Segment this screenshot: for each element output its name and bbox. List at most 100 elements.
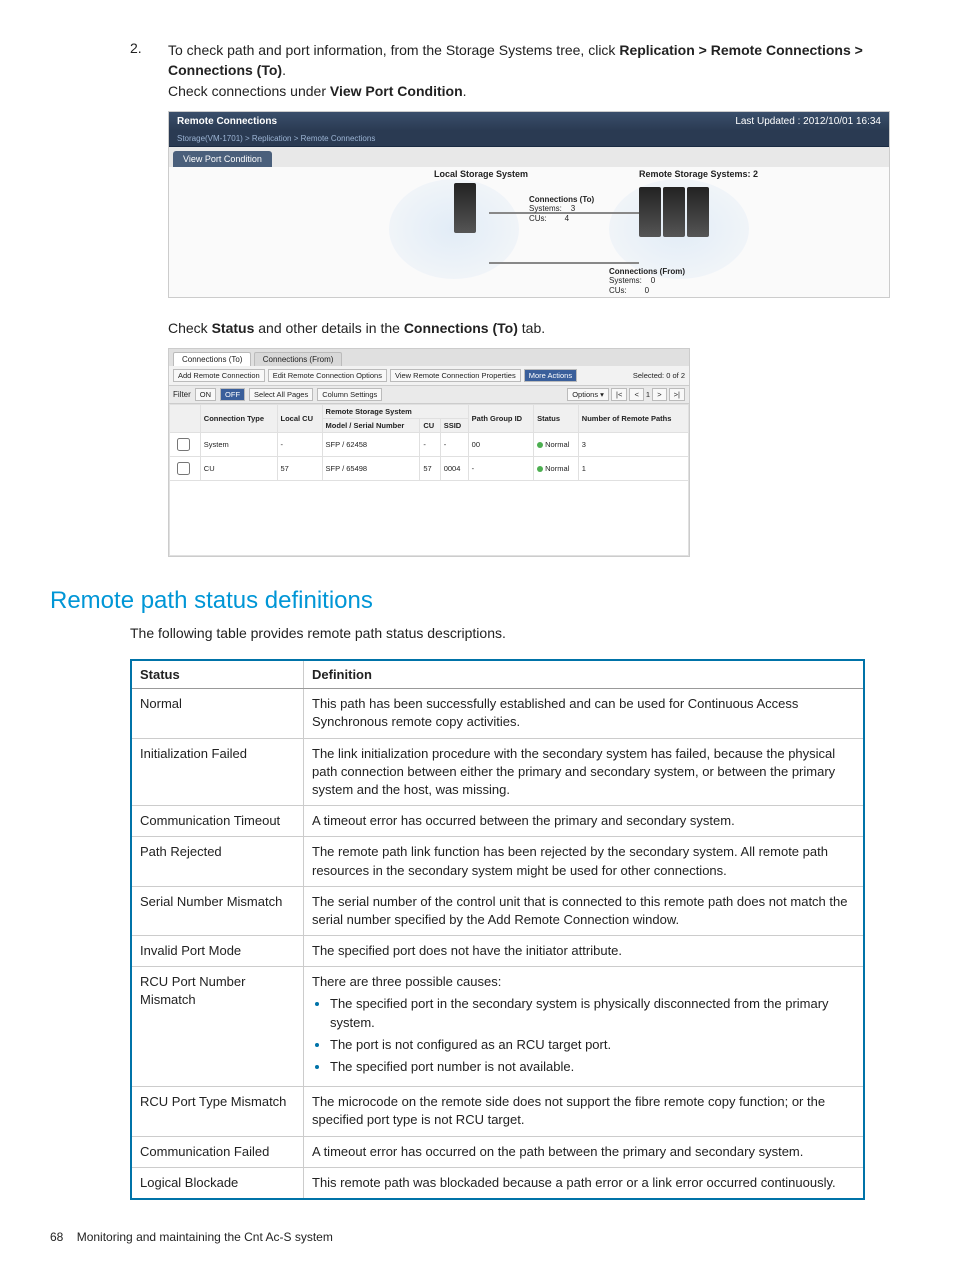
filter-on[interactable]: ON	[195, 388, 216, 401]
row-checkbox[interactable]	[177, 462, 190, 475]
options-dropdown[interactable]: Options ▾	[567, 388, 609, 401]
server-icon	[639, 187, 661, 237]
column-settings[interactable]: Column Settings	[317, 388, 382, 401]
step-number: 2.	[130, 40, 150, 101]
cell-status-name: Invalid Port Mode	[131, 936, 304, 967]
cell-status-name: Communication Timeout	[131, 806, 304, 837]
cell-definition: This path has been successfully establis…	[304, 689, 865, 738]
btn-add-remote-connection[interactable]: Add Remote Connection	[173, 369, 265, 382]
step-dot: .	[282, 62, 286, 78]
filter-label: Filter	[173, 390, 191, 399]
cell-definition: The specified port does not have the ini…	[304, 936, 865, 967]
btn-view-remote-connection-properties[interactable]: View Remote Connection Properties	[390, 369, 521, 382]
cell-cu: -	[420, 433, 440, 457]
pager-first[interactable]: |<	[611, 388, 627, 401]
list-item: The specified port number is not availab…	[330, 1058, 855, 1076]
step-bold-b: View Port Condition	[330, 83, 463, 99]
selected-count: Selected: 0 of 2	[633, 371, 685, 380]
conn-to-cus-value: 4	[565, 214, 569, 223]
th-num-remote-paths: Number of Remote Paths	[578, 405, 688, 433]
table-row: Invalid Port Mode The specified port doe…	[131, 936, 864, 967]
screenshot-remote-connections: Remote Connections Last Updated : 2012/1…	[168, 111, 890, 298]
cell-definition: The link initialization procedure with t…	[304, 738, 865, 806]
server-icon	[454, 183, 476, 233]
table-row[interactable]: System - SFP / 62458 - - 00 Normal 3	[170, 433, 689, 457]
ss2-tab-to[interactable]: Connections (To)	[173, 352, 251, 366]
cell-status: Normal	[534, 457, 579, 481]
btn-more-actions[interactable]: More Actions	[524, 369, 577, 382]
row-checkbox[interactable]	[177, 438, 190, 451]
cell-status: Normal	[534, 433, 579, 457]
ss1-tab-view-port-condition[interactable]: View Port Condition	[173, 151, 272, 167]
section-heading: Remote path status definitions	[50, 587, 904, 615]
select-all-pages[interactable]: Select All Pages	[249, 388, 313, 401]
mid-text: Check Status and other details in the Co…	[168, 318, 904, 338]
cell-local-cu: -	[277, 433, 322, 457]
pager-page: 1	[646, 390, 650, 399]
list-item: The specified port in the secondary syst…	[330, 995, 855, 1031]
cell-definition: The microcode on the remote side does no…	[304, 1087, 865, 1136]
table-row[interactable]: CU 57 SFP / 65498 57 0004 - Normal 1	[170, 457, 689, 481]
btn-edit-remote-connection-options[interactable]: Edit Remote Connection Options	[268, 369, 387, 382]
mid-a: Check	[168, 320, 212, 336]
pager-last[interactable]: >|	[669, 388, 685, 401]
remote-storage-label: Remote Storage Systems: 2	[639, 169, 758, 179]
cell-status-text: Normal	[545, 440, 569, 449]
table-row: Initialization Failed The link initializ…	[131, 738, 864, 806]
local-storage-label: Local Storage System	[434, 169, 528, 179]
table-row: Communication Timeout A timeout error ha…	[131, 806, 864, 837]
mid-d: Connections (To)	[404, 320, 518, 336]
cell-definition: There are three possible causes: The spe…	[304, 967, 865, 1087]
table-row: RCU Port Type Mismatch The microcode on …	[131, 1087, 864, 1136]
pager-next[interactable]: >	[652, 388, 666, 401]
arrow-from	[489, 262, 639, 264]
table-row: Logical Blockade This remote path was bl…	[131, 1167, 864, 1199]
step-text-a: To check path and port information, from…	[168, 42, 619, 58]
th-remote-storage-system: Remote Storage System	[322, 405, 468, 419]
th-connection-type: Connection Type	[200, 405, 277, 433]
mid-c: and other details in the	[254, 320, 403, 336]
ss1-title: Remote Connections	[177, 116, 277, 127]
conn-from-cus-label: CUs:	[609, 286, 627, 295]
table-row: Serial Number Mismatch The serial number…	[131, 886, 864, 935]
cell-definition: This remote path was blockaded because a…	[304, 1167, 865, 1199]
ss1-breadcrumb: Storage(VM-1701) > Replication > Remote …	[169, 131, 889, 147]
ss1-diagram: Local Storage System Remote Storage Syst…	[169, 167, 889, 297]
ss2-tab-from[interactable]: Connections (From)	[254, 352, 343, 366]
status-dot-icon	[537, 466, 543, 472]
status-definitions-table: Status Definition Normal This path has b…	[130, 659, 865, 1200]
section-intro: The following table provides remote path…	[130, 625, 904, 641]
def-lead: There are three possible causes:	[312, 974, 501, 989]
cell-status-name: Serial Number Mismatch	[131, 886, 304, 935]
server-icon	[687, 187, 709, 237]
th-ssid: SSID	[440, 419, 468, 433]
conn-to-systems-label: Systems:	[529, 204, 562, 213]
conn-from-cus-value: 0	[645, 286, 649, 295]
cell-paths: 3	[578, 433, 688, 457]
cell-status-name: Communication Failed	[131, 1136, 304, 1167]
table-row: Normal This path has been successfully e…	[131, 689, 864, 738]
cell-model: SFP / 65498	[322, 457, 420, 481]
cell-ssid: 0004	[440, 457, 468, 481]
cell-definition: A timeout error has occurred on the path…	[304, 1136, 865, 1167]
th-local-cu: Local CU	[277, 405, 322, 433]
cell-status-name: RCU Port Number Mismatch	[131, 967, 304, 1087]
ss1-updated: Last Updated : 2012/10/01 16:34	[735, 116, 881, 127]
page-footer: 68 Monitoring and maintaining the Cnt Ac…	[50, 1230, 904, 1244]
th-status: Status	[131, 660, 304, 689]
conn-to-title: Connections (To)	[529, 195, 594, 204]
step-body: To check path and port information, from…	[168, 40, 904, 101]
table-row: RCU Port Number Mismatch There are three…	[131, 967, 864, 1087]
cell-status-name: Normal	[131, 689, 304, 738]
step-dot2: .	[463, 83, 467, 99]
server-icon	[663, 187, 685, 237]
cell-status-name: Initialization Failed	[131, 738, 304, 806]
mid-b: Status	[212, 320, 255, 336]
list-item: The port is not configured as an RCU tar…	[330, 1036, 855, 1054]
table-row: Path Rejected The remote path link funct…	[131, 837, 864, 886]
cell-definition: The remote path link function has been r…	[304, 837, 865, 886]
pager-prev[interactable]: <	[629, 388, 643, 401]
filter-off[interactable]: OFF	[220, 388, 245, 401]
table-row: Communication Failed A timeout error has…	[131, 1136, 864, 1167]
step-text-b: Check connections under	[168, 83, 330, 99]
